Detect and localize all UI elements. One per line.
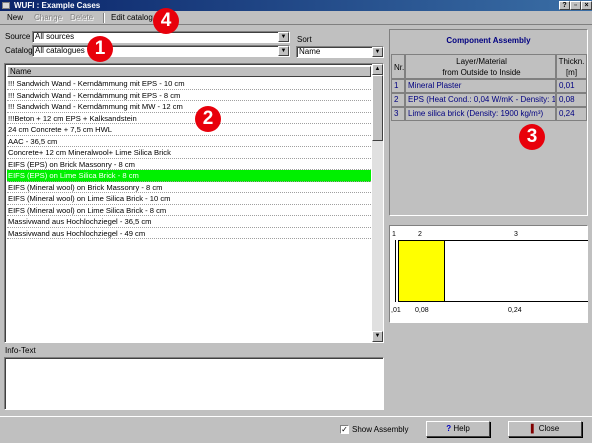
scroll-down-icon[interactable]: ▼ (372, 331, 383, 342)
info-text-area[interactable] (4, 357, 384, 410)
list-item[interactable]: Massivwand aus Hochlochziegel - 49 cm (7, 228, 371, 239)
source-label: Source (5, 32, 31, 41)
catalog-label: Catalog (5, 46, 33, 55)
info-text-label: Info-Text (5, 346, 36, 355)
layer-2-shape (398, 240, 445, 302)
sort-select[interactable]: Name ▼ (296, 46, 384, 58)
annotation-badge-1: 1 (87, 36, 113, 62)
list-item[interactable]: 24 cm Concrete + 7,5 cm HWL (7, 124, 371, 136)
footer-divider (0, 416, 592, 417)
layer-nr-cell: 3 (391, 107, 405, 121)
assembly-panel: Component Assembly Nr. Layer/Material fr… (389, 29, 588, 216)
col-nr-header: Nr. (391, 54, 405, 79)
annotation-badge-4: 4 (153, 8, 179, 34)
col-layer-header: Layer/Material from Outside to Inside (405, 54, 556, 79)
help-button[interactable]: ? Help (426, 421, 490, 437)
list-item[interactable]: !!! Sandwich Wand - Kerndämmung mit EPS … (7, 78, 371, 90)
layer-material-cell[interactable]: Mineral Plaster (405, 79, 556, 93)
help-icon: ? (446, 424, 452, 433)
annotation-badge-2: 2 (195, 106, 221, 132)
chevron-down-icon[interactable]: ▼ (372, 47, 383, 57)
layer-material-cell[interactable]: EPS (Heat Cond.: 0,04 W/mK - Density: 15 (405, 93, 556, 107)
preview-thickness-1: ,01 (391, 307, 401, 314)
list-item[interactable]: Massivwand aus Hochlochziegel - 36,5 cm (7, 216, 371, 228)
assembly-preview: 1 2 3 ,01 0,08 0,24 (389, 225, 588, 323)
preview-label-1: 1 (392, 231, 396, 238)
title-bar: WUFI : Example Cases ? ▫ × (0, 0, 592, 11)
col-thickness-header: Thickn. [m] (556, 54, 587, 79)
preview-label-3: 3 (514, 231, 518, 238)
menu-bar: New Change Delete Edit catalog (0, 11, 592, 25)
list-item[interactable]: !!!Beton + 12 cm EPS + Kalksandstein (7, 113, 371, 124)
col-layer-header-line1: Layer/Material (456, 57, 507, 66)
preview-label-2: 2 (418, 231, 422, 238)
layer-material-cell[interactable]: Lime silica brick (Density: 1900 kg/m³) (405, 107, 556, 121)
show-assembly-checkbox[interactable]: ✓ (340, 425, 349, 434)
chevron-down-icon[interactable]: ▼ (278, 46, 289, 56)
menu-delete[interactable]: Delete (70, 12, 93, 24)
sort-value: Name (299, 47, 321, 56)
scroll-up-icon[interactable]: ▲ (372, 64, 383, 75)
show-assembly-label: Show Assembly (352, 425, 409, 434)
catalog-value: All catalogues (35, 46, 85, 55)
app-icon (2, 2, 10, 9)
door-icon: ▌ (530, 424, 537, 433)
layer-1-shape (395, 240, 397, 302)
list-item[interactable]: EIFS (Mineral wool) on Brick Massonry - … (7, 182, 371, 193)
scroll-thumb[interactable] (372, 75, 383, 141)
layer-nr-cell: 1 (391, 79, 405, 93)
layer-3-shape (445, 240, 588, 302)
window-title: WUFI : Example Cases (14, 1, 101, 10)
list-header-name[interactable]: Name (7, 66, 371, 77)
col-layer-header-line2: from Outside to Inside (442, 68, 521, 77)
menu-new[interactable]: New (7, 12, 23, 24)
list-item[interactable]: EIFS (Mineral wool) on Lime Silica Brick… (7, 205, 371, 216)
list-item[interactable]: EIFS (EPS) on Brick Massonry - 8 cm (7, 159, 371, 170)
list-item[interactable]: AAC - 36,5 cm (7, 136, 371, 147)
layer-nr-cell: 2 (391, 93, 405, 107)
source-value: All sources (35, 32, 75, 41)
help-button-label: Help (453, 424, 470, 433)
catalog-select[interactable]: All catalogues ▼ (32, 45, 290, 57)
list-item[interactable]: Concrete+ 12 cm Mineralwool+ Lime Silica… (7, 147, 371, 159)
list-item[interactable]: !!! Sandwich Wand - Kerndämmung mit EPS … (7, 90, 371, 101)
list-item[interactable]: EIFS (EPS) on Lime Silica Brick - 8 cm (7, 170, 371, 182)
menu-change[interactable]: Change (34, 12, 62, 24)
annotation-badge-3: 3 (519, 124, 545, 150)
preview-thickness-3: 0,24 (508, 307, 522, 314)
maximize-button[interactable]: ▫ (570, 1, 581, 10)
menu-edit-catalog[interactable]: Edit catalog (111, 12, 153, 24)
help-window-button[interactable]: ? (559, 1, 570, 10)
list-rows: !!! Sandwich Wand - Kerndämmung mit EPS … (7, 78, 371, 239)
layer-thickness-cell[interactable]: 0,08 (556, 93, 587, 107)
list-item[interactable]: !!! Sandwich Wand - Kerndämmung mit MW -… (7, 101, 371, 113)
close-window-button[interactable]: × (581, 1, 592, 10)
list-item[interactable]: EIFS (Mineral wool) on Lime Silica Brick… (7, 193, 371, 205)
col-thickness-header-line2: [m] (565, 68, 578, 77)
case-list[interactable]: Name !!! Sandwich Wand - Kerndämmung mit… (4, 63, 384, 343)
close-button[interactable]: ▌ Close (508, 421, 582, 437)
layer-thickness-cell[interactable]: 0,01 (556, 79, 587, 93)
layer-thickness-cell[interactable]: 0,24 (556, 107, 587, 121)
chevron-down-icon[interactable]: ▼ (278, 32, 289, 42)
preview-thickness-2: 0,08 (415, 307, 429, 314)
close-button-label: Close (538, 424, 560, 433)
menu-separator (103, 13, 105, 23)
col-thickness-header-line1: Thickn. (558, 57, 585, 66)
list-scrollbar[interactable]: ▲ ▼ (372, 64, 383, 342)
assembly-title: Component Assembly (446, 36, 531, 45)
sort-label: Sort (297, 35, 312, 44)
